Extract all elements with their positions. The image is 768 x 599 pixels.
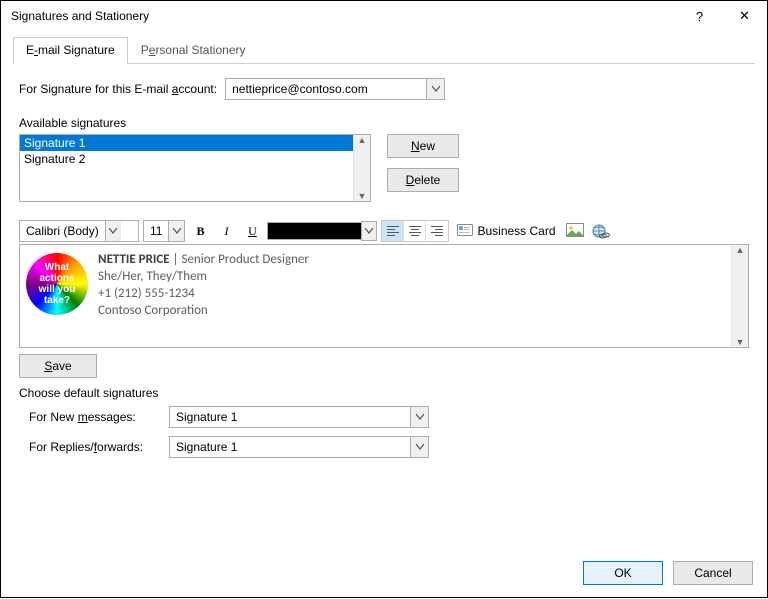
replies-forwards-select[interactable]: Signature 1	[169, 436, 429, 458]
signature-text-block: NETTIE PRICE | Senior Product Designer S…	[98, 251, 309, 319]
tab-email-text-post: mail Signature	[38, 43, 115, 57]
scroll-up-icon: ▲	[736, 245, 745, 255]
tab-pers-text-post: rsonal Stationery	[155, 43, 245, 57]
list-item[interactable]: Signature 1	[20, 135, 370, 151]
chevron-down-icon	[410, 437, 428, 457]
align-right-icon	[431, 226, 443, 236]
italic-button[interactable]: I	[215, 220, 237, 242]
new-messages-label: For New messages:	[29, 410, 159, 424]
list-item[interactable]: Signature 2	[20, 151, 370, 167]
replies-forwards-label: For Replies/forwards:	[29, 440, 159, 454]
insert-link-button[interactable]	[590, 220, 612, 242]
size-combo[interactable]: 11	[143, 220, 185, 242]
signature-listbox[interactable]: Signature 1 Signature 2 ▲ ▼	[19, 134, 371, 202]
tab-email-signature[interactable]: E-mail Signature	[13, 37, 128, 64]
help-button[interactable]: ?	[677, 1, 722, 31]
defaults-title: Choose default signatures	[19, 386, 749, 400]
close-button[interactable]: ✕	[722, 1, 767, 31]
replies-forwards-value: Signature 1	[176, 440, 237, 454]
bold-button[interactable]: B	[189, 220, 211, 242]
scrollbar[interactable]: ▲ ▼	[353, 135, 370, 201]
account-label: For Signature for this E-mail account:	[19, 82, 217, 96]
tab-pers-text-pre: P	[141, 43, 149, 57]
align-center-icon	[409, 226, 421, 236]
tab-strip: E-mail Signature Personal Stationery	[13, 37, 755, 64]
signature-company: Contoso Corporation	[98, 302, 309, 319]
new-messages-value: Signature 1	[176, 410, 237, 424]
insert-picture-button[interactable]	[564, 220, 586, 242]
new-messages-select[interactable]: Signature 1	[169, 406, 429, 428]
font-combo-value: Calibri (Body)	[20, 224, 105, 238]
business-card-button[interactable]: Business Card	[453, 223, 559, 240]
signature-pronouns: She/Her, They/Them	[98, 268, 309, 285]
editor-toolbar: Calibri (Body) 11 B I U	[19, 220, 749, 242]
size-combo-value: 11	[144, 224, 168, 238]
account-select[interactable]: nettieprice@contoso.com	[225, 78, 445, 100]
color-swatch	[267, 222, 362, 240]
scroll-up-icon: ▲	[358, 135, 367, 145]
signature-name: NETTIE PRICE	[98, 252, 170, 267]
scrollbar[interactable]: ▲ ▼	[731, 245, 748, 347]
chevron-down-icon	[426, 79, 444, 99]
account-select-value: nettieprice@contoso.com	[232, 82, 368, 96]
new-button[interactable]: New	[387, 134, 459, 158]
link-globe-icon	[591, 223, 611, 239]
chevron-down-icon	[410, 407, 428, 427]
align-center-button[interactable]	[404, 221, 426, 241]
scroll-down-icon: ▼	[736, 337, 745, 347]
chevron-down-icon	[105, 221, 121, 241]
tab-personal-stationery[interactable]: Personal Stationery	[128, 37, 259, 64]
cancel-button[interactable]: Cancel	[673, 561, 753, 585]
font-color-picker[interactable]	[267, 220, 377, 242]
business-card-icon	[457, 223, 473, 240]
save-button[interactable]: Save	[19, 354, 97, 378]
font-combo[interactable]: Calibri (Body)	[19, 220, 139, 242]
underline-button[interactable]: U	[241, 220, 263, 242]
align-left-icon	[387, 226, 399, 236]
signature-badge-image: What actions will you take?	[26, 253, 88, 315]
align-group	[381, 220, 449, 242]
tab-email-text-pre: E	[26, 43, 34, 57]
delete-button[interactable]: Delete	[387, 168, 459, 192]
ok-button[interactable]: OK	[583, 561, 663, 585]
title-bar: Signatures and Stationery ? ✕	[1, 1, 767, 31]
chevron-down-icon	[168, 221, 184, 241]
picture-icon	[566, 223, 584, 239]
chevron-down-icon	[361, 221, 377, 241]
dialog-title: Signatures and Stationery	[11, 9, 677, 23]
signature-title: Senior Product Designer	[181, 252, 308, 267]
signature-phone: +1 (212) 555-1234	[98, 285, 309, 302]
align-left-button[interactable]	[382, 221, 404, 241]
signature-editor[interactable]: What actions will you take? NETTIE PRICE…	[19, 244, 749, 348]
available-signatures-label: Available signatures	[19, 116, 749, 130]
dialog-footer: OK Cancel	[1, 551, 767, 599]
scroll-down-icon: ▼	[358, 191, 367, 201]
align-right-button[interactable]	[426, 221, 448, 241]
